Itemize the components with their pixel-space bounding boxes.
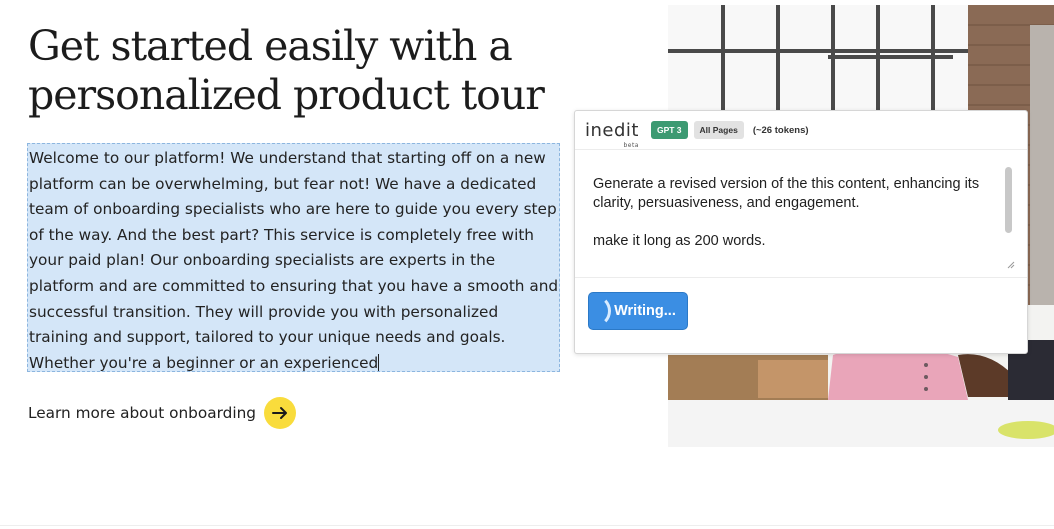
scope-badge[interactable]: All Pages: [693, 121, 744, 139]
inedit-logo: inedit beta: [585, 119, 639, 149]
footer-divider: [0, 525, 1054, 526]
content-text: Welcome to our platform! We understand t…: [29, 149, 564, 372]
writing-button[interactable]: Writing...: [588, 292, 688, 330]
page-headline: Get started easily with a personalized p…: [28, 22, 545, 119]
logo-beta: beta: [623, 141, 639, 149]
arrow-right-icon[interactable]: [263, 397, 296, 429]
popup-header: inedit beta GPT 3 All Pages (~26 tokens): [575, 111, 1027, 150]
scrollbar-thumb[interactable]: [1005, 167, 1012, 233]
resize-grip-icon[interactable]: [1005, 254, 1015, 269]
logo-text: inedit: [585, 119, 639, 141]
model-badge[interactable]: GPT 3: [650, 121, 688, 139]
editable-content[interactable]: Welcome to our platform! We understand t…: [27, 143, 560, 372]
writing-button-label: Writing...: [614, 303, 676, 319]
learn-more-label: Learn more about onboarding: [28, 404, 256, 422]
prompt-scrollbar[interactable]: [1003, 161, 1015, 265]
spinner-icon: [589, 295, 611, 327]
popup-divider: [575, 277, 1027, 278]
token-count: (~26 tokens): [752, 124, 809, 136]
prompt-textarea[interactable]: Generate a revised version of the this c…: [585, 161, 1017, 265]
inedit-popup: inedit beta GPT 3 All Pages (~26 tokens) …: [574, 110, 1028, 354]
text-caret: [378, 353, 380, 371]
learn-more-link[interactable]: Learn more about onboarding: [28, 397, 296, 429]
